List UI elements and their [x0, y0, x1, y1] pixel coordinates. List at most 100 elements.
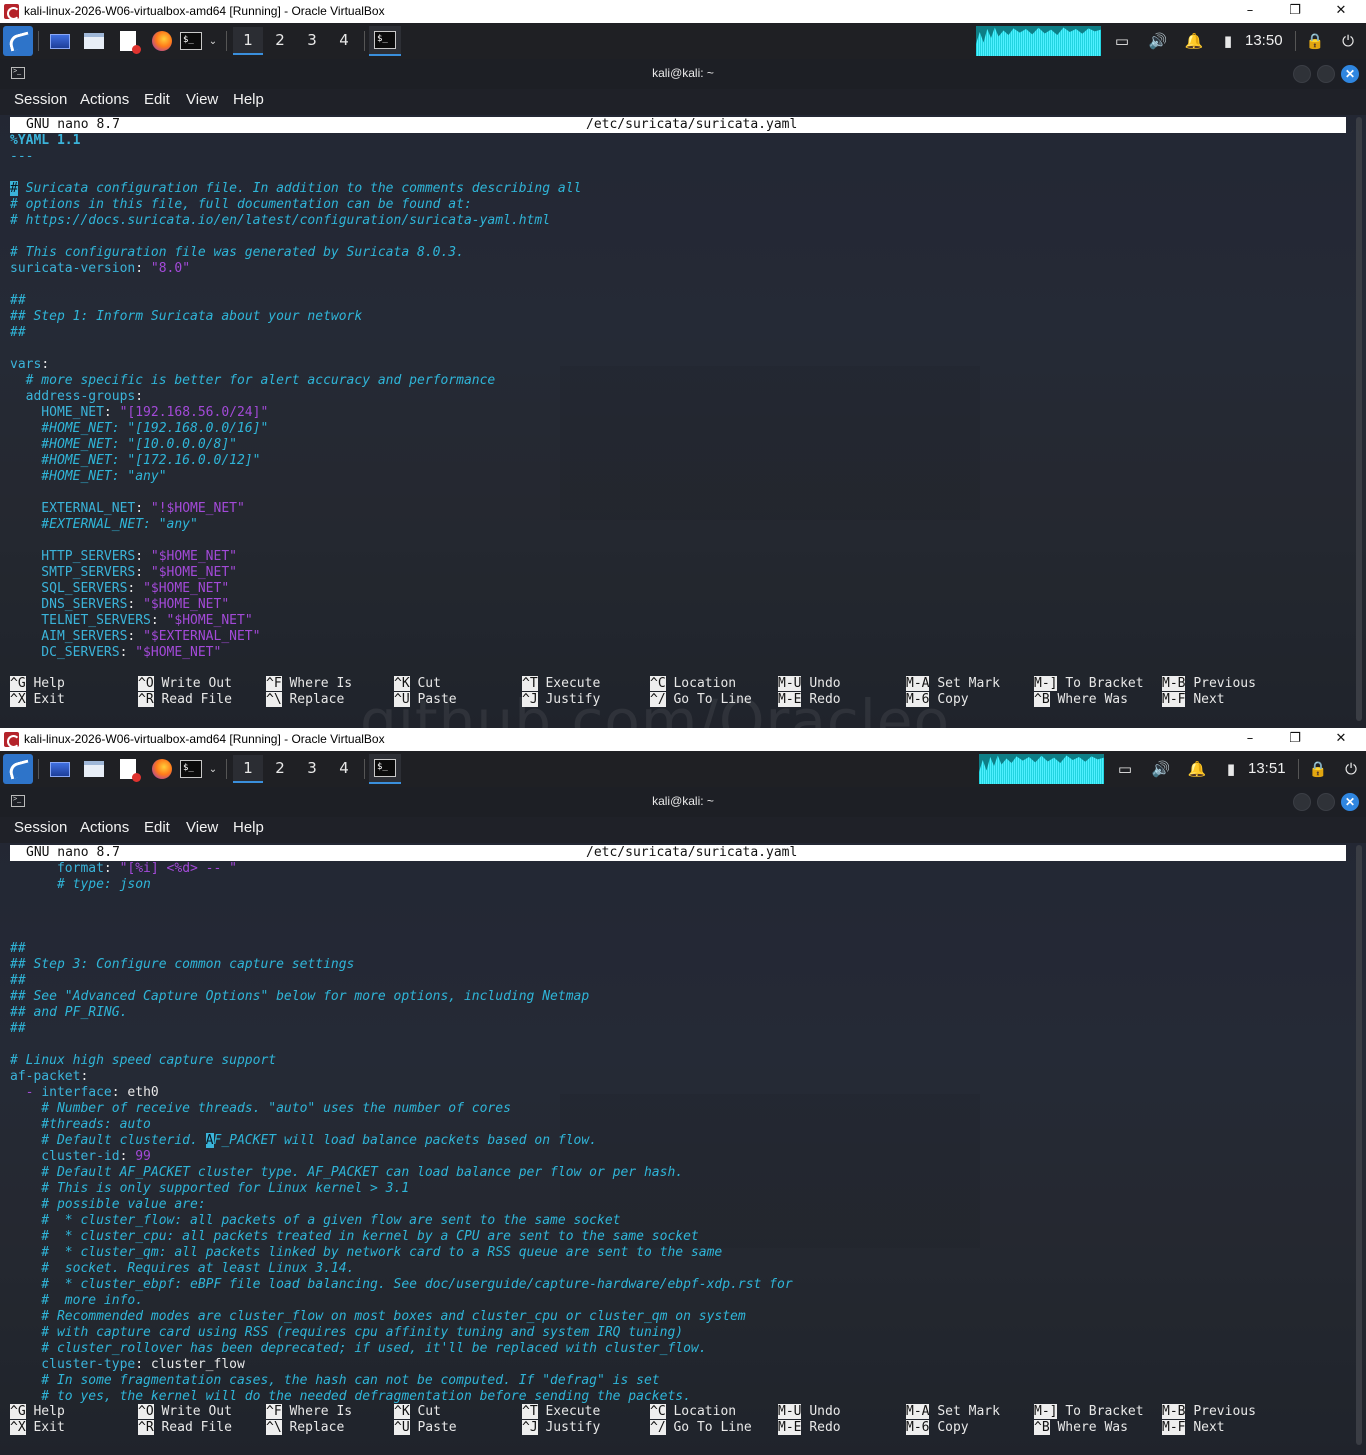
power-button[interactable]: ⏻ [1340, 758, 1362, 780]
terminal-dropdown[interactable]: ⌄ [206, 28, 220, 54]
minimize-button[interactable]: – [1227, 0, 1273, 23]
workspace-1[interactable]: 1 [233, 755, 263, 783]
menu-view[interactable]: View [186, 91, 218, 108]
bell-tray[interactable]: 🔔 [1183, 30, 1205, 52]
workspace-4[interactable]: 4 [329, 27, 359, 55]
terminal-dropdown[interactable]: ⌄ [206, 756, 220, 782]
shortcut-next[interactable]: M-F Next [1162, 692, 1225, 708]
shortcut-go-to-line[interactable]: ^/ Go To Line [650, 1420, 752, 1436]
shortcut-write-out[interactable]: ^O Write Out [138, 1404, 232, 1420]
shortcut-read-file[interactable]: ^R Read File [138, 692, 232, 708]
shortcut-previous[interactable]: M-B Previous [1162, 1404, 1256, 1420]
minimize-button[interactable]: – [1227, 728, 1273, 751]
terminal-scrollbar[interactable] [1356, 845, 1362, 1445]
volume-tray[interactable]: 🔊 [1150, 758, 1172, 780]
shortcut-location[interactable]: ^C Location [650, 1404, 736, 1420]
shortcut-read-file[interactable]: ^R Read File [138, 1420, 232, 1436]
workspace-2[interactable]: 2 [265, 27, 295, 55]
close-window-button[interactable]: ✕ [1318, 0, 1364, 23]
workspace-4[interactable]: 4 [329, 755, 359, 783]
terminal-close-button[interactable]: ✕ [1341, 793, 1359, 811]
menu-help[interactable]: Help [233, 91, 264, 108]
terminal-launcher[interactable]: $_ [178, 28, 204, 54]
volume-tray[interactable]: 🔊 [1147, 30, 1169, 52]
workspace-2[interactable]: 2 [265, 755, 295, 783]
menu-session[interactable]: Session [14, 819, 67, 836]
editor-buffer[interactable]: %YAML 1.1 --- # Suricata configuration fil… [10, 133, 581, 661]
menu-session[interactable]: Session [14, 91, 67, 108]
power-button[interactable]: ⏻ [1337, 30, 1359, 52]
shortcut-set-mark[interactable]: M-A Set Mark [906, 1404, 1000, 1420]
shortcut-replace[interactable]: ^\ Replace [266, 692, 344, 708]
bell-tray[interactable]: 🔔 [1186, 758, 1208, 780]
shortcut-exit[interactable]: ^X Exit [10, 1420, 65, 1436]
clock[interactable]: 13:50 [1245, 28, 1283, 54]
shortcut-where-is[interactable]: ^F Where Is [266, 1404, 352, 1420]
editor-line: # more specific is better for alert accu… [10, 373, 581, 389]
menu-edit[interactable]: Edit [144, 819, 170, 836]
lock-button[interactable]: 🔒 [1304, 30, 1326, 52]
desktop-launcher[interactable] [47, 28, 73, 54]
restore-button[interactable]: ❐ [1272, 0, 1318, 23]
workspace-3[interactable]: 3 [297, 755, 327, 783]
text-editor-launcher[interactable] [115, 28, 141, 54]
desktop-launcher[interactable] [47, 756, 73, 782]
terminal-content[interactable]: GNU nano 8.7/etc/suricata/suricata.yaml%… [0, 115, 1366, 728]
shortcut-redo[interactable]: M-E Redo [778, 1420, 841, 1436]
taskbar-terminal-button[interactable]: $_ [369, 754, 401, 784]
file-manager-launcher[interactable] [81, 756, 107, 782]
shortcut-cut[interactable]: ^K Cut [394, 1404, 441, 1420]
terminal-minimize-button[interactable] [1293, 793, 1311, 811]
battery-tray[interactable]: ▮ [1217, 30, 1239, 52]
terminal-close-button[interactable]: ✕ [1341, 65, 1359, 83]
shortcut-next[interactable]: M-F Next [1162, 1420, 1225, 1436]
terminal-launcher[interactable]: $_ [178, 756, 204, 782]
shortcut-key: ^C [650, 1404, 666, 1419]
editor-buffer[interactable]: format: "[%i] <%d> -- " # type: json ## ##… [10, 861, 793, 1405]
kali-menu-icon[interactable] [3, 26, 33, 56]
taskbar-terminal-button[interactable]: $_ [369, 26, 401, 56]
terminal-maximize-button[interactable] [1317, 65, 1335, 83]
shortcut-justify[interactable]: ^J Justify [522, 1420, 600, 1436]
kali-menu-icon[interactable] [3, 754, 33, 784]
shortcut-to-bracket[interactable]: M-] To Bracket [1034, 676, 1144, 692]
shortcut-help[interactable]: ^G Help [10, 1404, 65, 1420]
restore-button[interactable]: ❐ [1272, 728, 1318, 751]
clock[interactable]: 13:51 [1248, 756, 1286, 782]
shortcut-copy[interactable]: M-6 Copy [906, 1420, 969, 1436]
shortcut-key: ^J [522, 1420, 538, 1435]
battery-tray[interactable]: ▮ [1220, 758, 1242, 780]
menu-edit[interactable]: Edit [144, 91, 170, 108]
display-tray[interactable]: ▭ [1111, 30, 1133, 52]
lock-button[interactable]: 🔒 [1307, 758, 1329, 780]
shortcut-undo[interactable]: M-U Undo [778, 1404, 841, 1420]
shortcut-write-out[interactable]: ^O Write Out [138, 676, 232, 692]
shortcut-where-was[interactable]: ^B Where Was [1034, 692, 1128, 708]
menu-actions[interactable]: Actions [80, 819, 129, 836]
shortcut-help[interactable]: ^G Help [10, 676, 65, 692]
close-window-button[interactable]: ✕ [1318, 728, 1364, 751]
shortcut-exit[interactable]: ^X Exit [10, 692, 65, 708]
shortcut-previous[interactable]: M-B Previous [1162, 676, 1256, 692]
text-editor-launcher[interactable] [115, 756, 141, 782]
firefox-launcher[interactable] [149, 28, 175, 54]
code-token: : [135, 565, 151, 580]
file-manager-launcher[interactable] [81, 28, 107, 54]
shortcut-paste[interactable]: ^U Paste [394, 1420, 457, 1436]
workspace-3[interactable]: 3 [297, 27, 327, 55]
menu-help[interactable]: Help [233, 819, 264, 836]
shortcut-execute[interactable]: ^T Execute [522, 1404, 600, 1420]
firefox-launcher[interactable] [149, 756, 175, 782]
workspace-1[interactable]: 1 [233, 27, 263, 55]
shortcut-replace[interactable]: ^\ Replace [266, 1420, 344, 1436]
terminal-minimize-button[interactable] [1293, 65, 1311, 83]
shortcut-where-was[interactable]: ^B Where Was [1034, 1420, 1128, 1436]
menu-view[interactable]: View [186, 819, 218, 836]
shortcut-where-is[interactable]: ^F Where Is [266, 676, 352, 692]
terminal-scrollbar[interactable] [1356, 117, 1362, 721]
terminal-maximize-button[interactable] [1317, 793, 1335, 811]
menu-actions[interactable]: Actions [80, 91, 129, 108]
display-tray[interactable]: ▭ [1114, 758, 1136, 780]
terminal-content[interactable]: GNU nano 8.7/etc/suricata/suricata.yaml … [0, 843, 1366, 1455]
shortcut-to-bracket[interactable]: M-] To Bracket [1034, 1404, 1144, 1420]
